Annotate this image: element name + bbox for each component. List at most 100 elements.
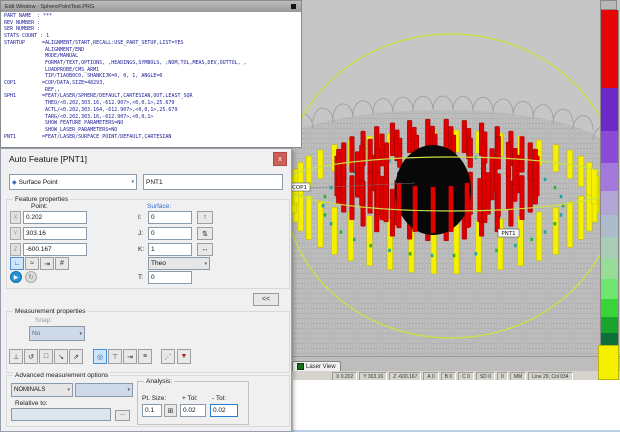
- surface-i-input[interactable]: 0: [148, 211, 192, 224]
- point-axis-mode-button[interactable]: ∟: [10, 257, 24, 270]
- laser-scan-scene: COP1PNT1: [265, 0, 620, 356]
- flip-vector-button[interactable]: ⇅: [197, 227, 213, 240]
- report-area: [292, 380, 620, 430]
- chevron-down-icon: ▾: [67, 387, 70, 393]
- plus-tol-input[interactable]: 0.02: [180, 404, 206, 417]
- remeasure-button[interactable]: ↺: [24, 349, 38, 364]
- t-input[interactable]: 0: [148, 271, 192, 284]
- point-grid-mode-button[interactable]: #: [55, 257, 69, 270]
- color-scale-segment: [600, 191, 619, 215]
- snap-value: No: [32, 330, 40, 337]
- point-x-input[interactable]: 0.202: [23, 211, 87, 224]
- color-scale-segment: [600, 279, 619, 299]
- color-scale-segment: [600, 299, 619, 317]
- code-line: PART NAME : ***: [4, 13, 301, 20]
- test-play-button[interactable]: ▶: [10, 271, 22, 283]
- t-label: T:: [138, 274, 143, 281]
- chart-button[interactable]: ⇗: [69, 349, 83, 364]
- code-line: MODE/MANUAL: [4, 53, 301, 60]
- point-label: Point:: [31, 203, 48, 210]
- relative-to-field: [11, 408, 111, 421]
- levels-button[interactable]: ≡: [138, 349, 152, 364]
- code-area[interactable]: PART NAME : ***REV NUMBER :SER NUMBER :S…: [1, 12, 301, 148]
- code-line: ALIGNMENT/END: [4, 47, 301, 54]
- measure-point-button[interactable]: ⊥: [9, 349, 23, 364]
- code-line: TIP/T1A0B0C0, SHANKIJK=0, 0, 1, ANGLE=0: [4, 73, 301, 80]
- i-label: I:: [138, 214, 142, 221]
- offset-distance-button[interactable]: ⇥: [123, 349, 137, 364]
- color-scale-out-of-range-block: [598, 345, 619, 380]
- surface-k-input[interactable]: 1: [148, 243, 192, 256]
- laser-graphics-viewport[interactable]: COP1PNT1 wLaser View X 0.202Y 303.16Z -6…: [265, 0, 620, 380]
- pt-size-input[interactable]: 0.1: [142, 404, 162, 417]
- curve-jump-button[interactable]: ↘: [54, 349, 68, 364]
- z-axis-button[interactable]: Z: [10, 243, 21, 256]
- vector-from-surface-button[interactable]: ↑: [197, 211, 213, 224]
- feature-name-input[interactable]: [143, 174, 283, 190]
- feature-type-dropdown[interactable]: ◆ Surface Point ▾: [9, 174, 137, 190]
- color-scale-segment: [600, 163, 619, 191]
- view-tab-laser-view[interactable]: Laser View: [292, 361, 341, 371]
- minus-tol-input[interactable]: 0.02: [210, 404, 238, 417]
- cop1-label: COP1: [292, 185, 307, 191]
- k-label: K:: [138, 246, 144, 253]
- minus-tol-label: - Tol:: [212, 395, 226, 402]
- browse-button[interactable]: ...: [115, 410, 130, 421]
- regenerate-button[interactable]: ↻: [25, 271, 37, 283]
- pt-size-label: Pt. Size:: [142, 395, 166, 402]
- code-line: THEO/<0.202,303.16,-612.907>,<0,0,1>,25.…: [4, 100, 301, 107]
- edit-window-title-bar[interactable]: Edit Window - SpherePointTest.PRG: [1, 1, 301, 12]
- code-line: TARG/<0.202,303.16,-612.907>,<0,0,1>: [4, 114, 301, 121]
- j-label: J:: [138, 230, 143, 237]
- point-offset-mode-button[interactable]: ⇥: [40, 257, 54, 270]
- deviation-color-scale: [600, 0, 617, 358]
- point-z-input[interactable]: -600.167: [23, 243, 87, 256]
- chevron-down-icon: ▾: [131, 179, 134, 185]
- chevron-down-icon: ▾: [79, 331, 82, 337]
- box-select-button[interactable]: □: [39, 349, 53, 364]
- crosshair-target-button[interactable]: ◎: [93, 349, 107, 364]
- x-axis-button[interactable]: X: [10, 211, 21, 224]
- y-axis-button[interactable]: Y: [10, 227, 21, 240]
- close-button[interactable]: x: [273, 152, 287, 166]
- code-line: REV NUMBER :: [4, 20, 301, 27]
- feature-type-value: Surface Point: [19, 179, 58, 186]
- window-control-icon[interactable]: [291, 4, 296, 9]
- point-y-input[interactable]: 303.16: [23, 227, 87, 240]
- surface-label[interactable]: Surface:: [147, 203, 171, 210]
- feature-properties-label: Feature properties: [13, 196, 70, 203]
- laser-view-icon: [297, 363, 304, 370]
- code-line: SPH1=FEAT/LASER/SPHERE/DEFAULT,CARTESIAN…: [4, 93, 301, 100]
- nominals-value: NOMINALS: [14, 387, 45, 393]
- color-scale-segment: [600, 88, 619, 132]
- color-scale-segment: [600, 215, 619, 237]
- code-line: STARTUP=ALIGNMENT/START,RECALL:USE_PART_…: [4, 40, 301, 47]
- edit-window[interactable]: Edit Window - SpherePointTest.PRG PART N…: [0, 0, 302, 148]
- code-line: STATS COUNT : 1: [4, 33, 301, 40]
- nominals-dropdown[interactable]: NOMINALS ▾: [11, 383, 73, 397]
- color-scale-segment: [600, 237, 619, 259]
- code-line: PNT1=FEAT/LASER/SURFACE POINT/DEFAULT,CA…: [4, 134, 301, 141]
- color-scale-segment: [600, 317, 619, 333]
- theo-dropdown[interactable]: Theo ▾: [148, 257, 210, 270]
- chevron-down-icon: ▾: [127, 387, 130, 393]
- filter-button[interactable]: ▼: [177, 349, 191, 364]
- code-line: COP1=COP/DATA,SIZE=48293,: [4, 80, 301, 87]
- chevron-down-icon: ▾: [204, 261, 207, 267]
- analysis-label: Analysis:: [144, 378, 174, 385]
- probe-size-icon[interactable]: ⊞: [164, 404, 177, 417]
- surface-j-input[interactable]: 0: [148, 227, 192, 240]
- vector-along-button[interactable]: ↔: [197, 243, 213, 256]
- code-line: SER NUMBER :: [4, 26, 301, 33]
- point-measure-mode-button[interactable]: ≈: [25, 257, 39, 270]
- nominals-mode-dropdown: ▾: [75, 383, 133, 397]
- surface-point-icon: ◆: [12, 179, 17, 186]
- code-line: SHOW_LASER_PARAMETERS=NO: [4, 127, 301, 134]
- dialog-title: Auto Feature [PNT1]: [9, 154, 87, 164]
- color-scale-header: [600, 0, 617, 10]
- point-path-button[interactable]: ⋰: [161, 349, 175, 364]
- collapse-button[interactable]: <<: [253, 293, 279, 306]
- color-scale-segment: [600, 259, 619, 280]
- surface-base-button[interactable]: ⊤: [108, 349, 122, 364]
- view-tab-bar: wLaser View: [265, 356, 620, 371]
